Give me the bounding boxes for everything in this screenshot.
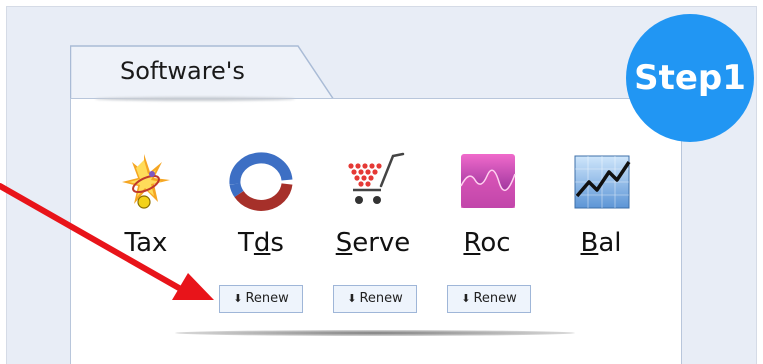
panel-shadow — [175, 330, 575, 336]
app-label-roc: Roc — [463, 228, 511, 258]
roc-chart-icon[interactable] — [455, 150, 519, 214]
renew-button-tds[interactable]: ⬇ Renew — [219, 285, 303, 313]
app-tds[interactable]: Tds — [216, 150, 306, 258]
app-label-tds: Tds — [238, 228, 284, 258]
step-badge: Step1 — [626, 14, 754, 142]
app-bal[interactable]: Bal — [556, 150, 646, 258]
app-serve[interactable]: Serve — [328, 150, 418, 258]
line-chart-icon[interactable] — [569, 150, 633, 214]
app-roc[interactable]: Roc — [442, 150, 532, 258]
download-arrow-icon: ⬇ — [233, 292, 243, 305]
app-label-bal: Bal — [580, 228, 622, 258]
download-arrow-icon: ⬇ — [461, 292, 471, 305]
renew-button-roc[interactable]: ⬇ Renew — [447, 285, 531, 313]
tab-softwares[interactable]: Software's — [70, 44, 335, 104]
tds-icon[interactable] — [229, 150, 293, 214]
tab-label: Software's — [120, 57, 245, 85]
shopping-cart-icon[interactable] — [341, 150, 405, 214]
app-label-tax: Tax — [124, 228, 168, 258]
app-label-serve: Serve — [335, 228, 411, 258]
renew-button-serve[interactable]: ⬇ Renew — [333, 285, 417, 313]
panel-shadow — [95, 97, 295, 101]
download-arrow-icon: ⬇ — [347, 292, 357, 305]
app-tax[interactable]: Tax — [101, 150, 191, 258]
tax-icon[interactable] — [114, 150, 178, 214]
